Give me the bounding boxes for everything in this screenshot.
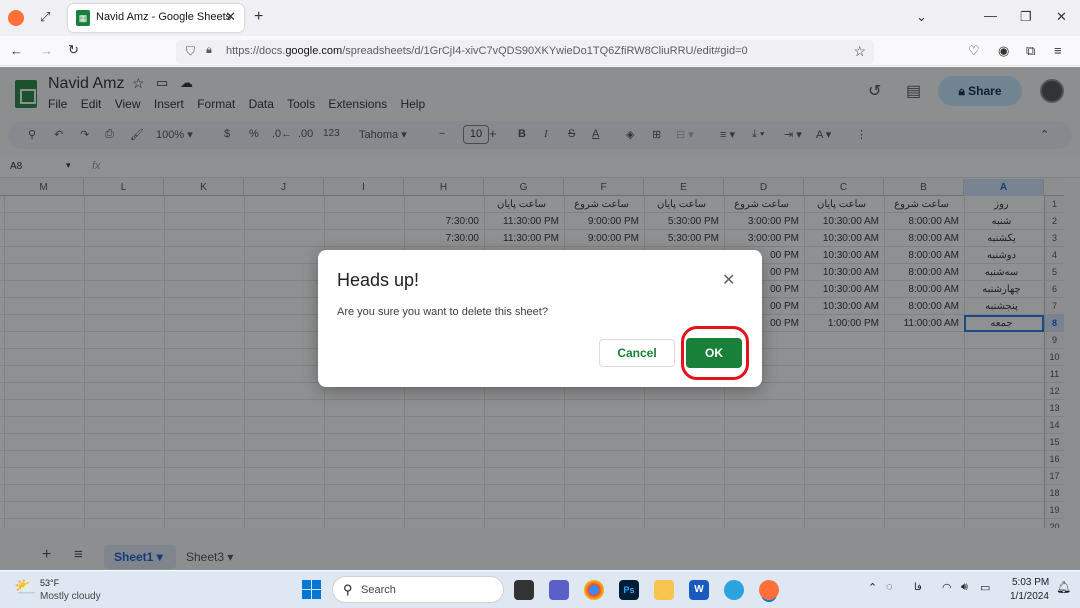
word-icon[interactable]: W [689, 580, 709, 600]
tab-title: Navid Amz - Google Sheets [96, 11, 232, 23]
cancel-button[interactable]: Cancel [599, 339, 675, 367]
reload-icon[interactable]: ↻ [68, 42, 79, 58]
window-close-icon[interactable]: ✕ [1056, 9, 1067, 25]
account-icon[interactable]: ◉ [998, 43, 1009, 59]
volume-icon[interactable]: 🔊︎ [961, 581, 968, 594]
minimize-icon[interactable]: — [984, 8, 997, 23]
battery-icon[interactable]: ▭ [980, 581, 990, 594]
restore-icon[interactable]: ❐ [1020, 9, 1032, 25]
sheets-favicon-icon: ▦ [76, 10, 90, 26]
task-view-icon[interactable] [514, 580, 534, 600]
shield-icon[interactable]: ⛉ [186, 44, 195, 59]
photoshop-icon[interactable]: Ps [619, 580, 639, 600]
windows-taskbar: ⛅ 53°F Mostly cloudy ⚲ Search Ps W ⌃ ◌ ف… [0, 571, 1080, 608]
search-icon: ⚲ [343, 582, 353, 597]
back-icon[interactable]: ← [10, 43, 23, 58]
weather-temp[interactable]: 53°F [40, 578, 59, 588]
navigation-bar: ← → ↻ ⛉ 🔒︎ https://docs.google.com/sprea… [0, 36, 1080, 66]
weather-icon[interactable]: ⛅ [14, 577, 36, 598]
taskbar-search[interactable]: ⚲ Search [332, 576, 504, 603]
notifications-icon[interactable]: 🔔︎ [1056, 580, 1071, 594]
telegram-icon[interactable] [724, 580, 744, 600]
browser-menu-icon[interactable]: ≡ [1054, 43, 1062, 58]
pocket-icon[interactable]: ♡ [968, 43, 980, 59]
firefox-icon[interactable] [8, 10, 24, 26]
forward-icon[interactable]: → [40, 43, 53, 58]
clock-date[interactable]: 1/1/2024 [1010, 591, 1049, 602]
hidden-icons-chevron-icon[interactable]: ⌃ [868, 581, 877, 594]
tab-close-icon[interactable]: ✕ [225, 9, 236, 25]
weather-desc[interactable]: Mostly cloudy [40, 591, 101, 602]
search-label: Search [361, 584, 396, 596]
extensions-icon[interactable]: ⧉ [1026, 43, 1035, 59]
firefox-taskbar-icon[interactable] [759, 580, 779, 600]
new-tab-icon[interactable]: + [254, 8, 263, 26]
clock-time[interactable]: 5:03 PM [1012, 577, 1049, 588]
dialog-close-icon[interactable]: ✕ [722, 270, 735, 290]
dialog-message: Are you sure you want to delete this she… [337, 306, 548, 318]
teams-icon[interactable] [549, 580, 569, 600]
lock-icon[interactable]: 🔒︎ [206, 44, 212, 57]
browser-tab-bar: ⤢ ▦ Navid Amz - Google Sheets ✕ + ⌄ — ❐ … [0, 0, 1080, 36]
url-bar[interactable]: ⛉ 🔒︎ https://docs.google.com/spreadsheet… [176, 40, 874, 64]
file-explorer-icon[interactable] [654, 580, 674, 600]
windows-start-icon[interactable] [302, 580, 322, 600]
highlight-annotation-ring [681, 326, 749, 380]
chrome-icon[interactable] [584, 580, 604, 600]
tab-list-icon[interactable]: ⌄ [916, 9, 927, 25]
browser-tab-active[interactable]: ▦ Navid Amz - Google Sheets ✕ [68, 4, 244, 32]
bookmark-star-icon[interactable]: ☆ [853, 43, 866, 60]
wifi-icon[interactable]: ◠ [942, 581, 952, 594]
expand-icon[interactable]: ⤢ [40, 9, 50, 25]
url-text: https://docs.google.com/spreadsheets/d/1… [226, 45, 748, 57]
language-indicator[interactable]: فا [914, 582, 922, 593]
dialog-title: Heads up! [337, 270, 420, 290]
network-status-icon[interactable]: ◌ [886, 581, 893, 593]
